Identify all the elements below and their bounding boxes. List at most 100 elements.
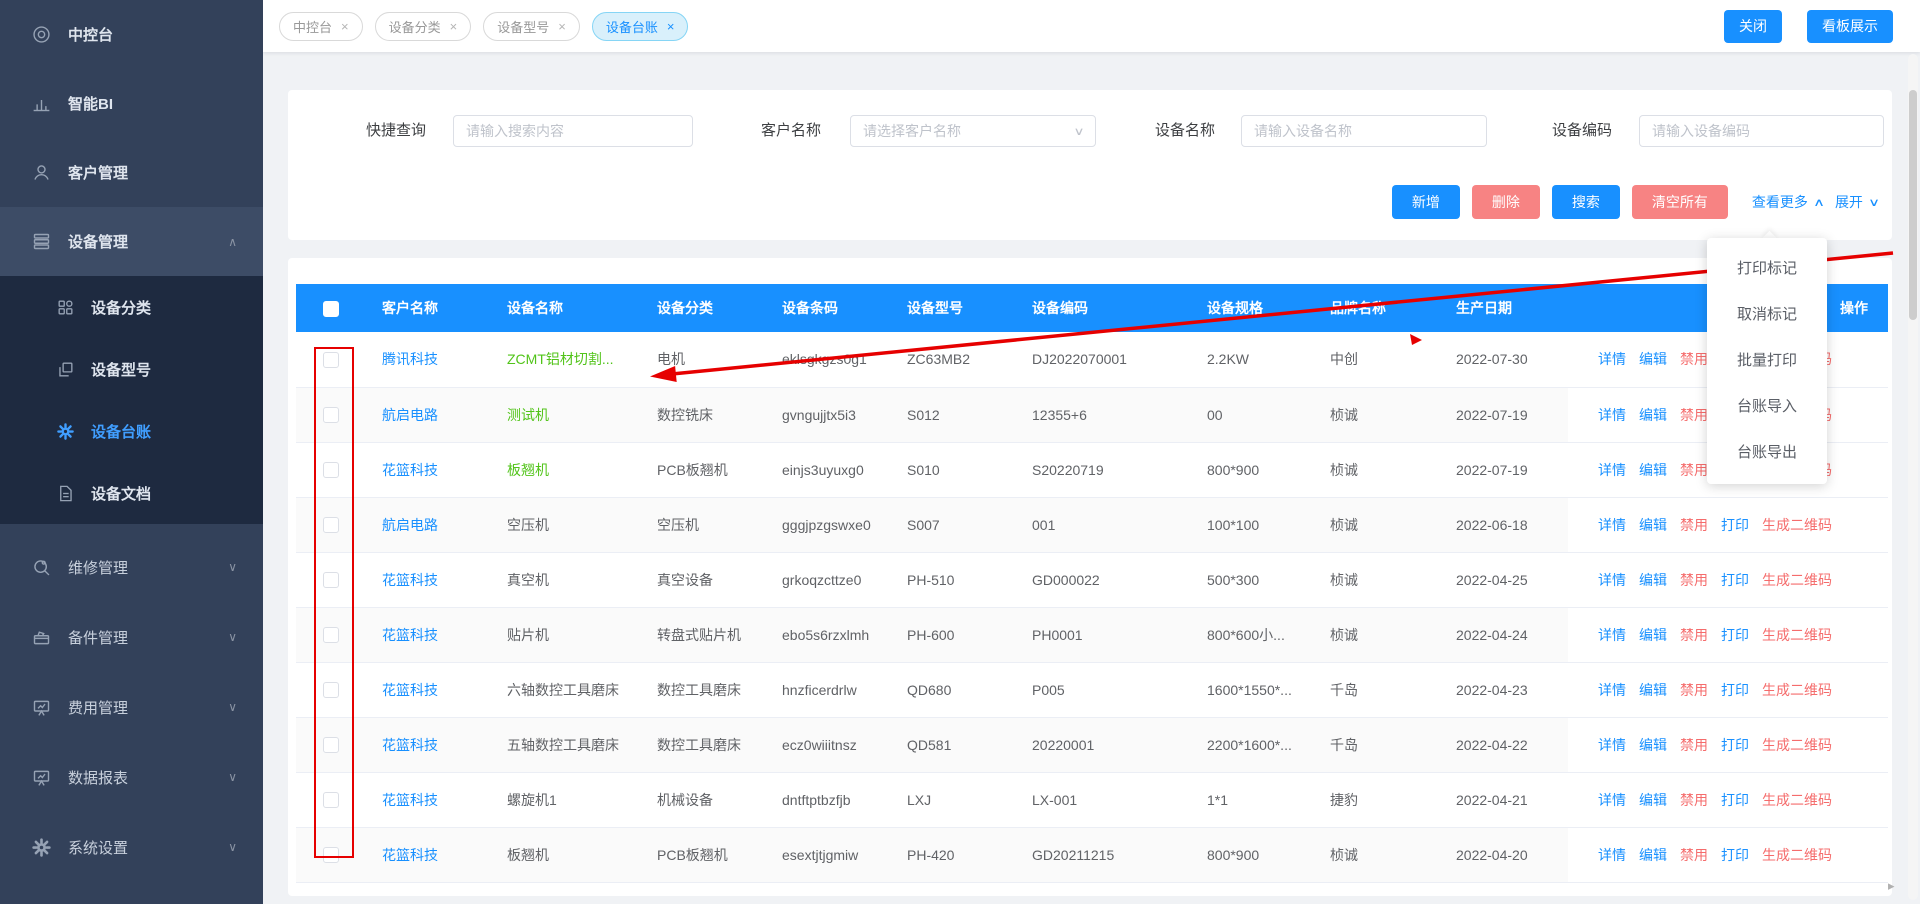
sidebar-item-console[interactable]: 中控台 [0, 0, 263, 69]
generate-qrcode-link[interactable]: 生成二维码 [1762, 627, 1832, 643]
board-display-button[interactable]: 看板展示 [1807, 10, 1893, 43]
disable-link[interactable]: 禁用 [1680, 407, 1708, 423]
edit-link[interactable]: 编辑 [1639, 517, 1667, 533]
cell-customer[interactable]: 花篮科技 [366, 717, 491, 772]
cell-device-name[interactable]: 空压机 [491, 497, 641, 552]
close-icon[interactable]: × [341, 19, 349, 34]
device-name-input[interactable] [1241, 115, 1487, 147]
detail-link[interactable]: 详情 [1598, 351, 1626, 367]
row-checkbox[interactable] [323, 352, 339, 368]
sidebar-item-spare-parts[interactable]: 备件管理 ∨ [0, 602, 263, 672]
menu-item-print-mark[interactable]: 打印标记 [1707, 246, 1827, 292]
disable-link[interactable]: 禁用 [1680, 351, 1708, 367]
sidebar-item-repair[interactable]: 维修管理 ∨ [0, 532, 263, 602]
cell-customer[interactable]: 花篮科技 [366, 607, 491, 662]
delete-button[interactable]: 删除 [1472, 185, 1540, 219]
sidebar-item-device-model[interactable]: 设备型号 [0, 338, 263, 400]
customer-name-select[interactable]: 请选择客户名称 ∨ [850, 115, 1096, 147]
cell-customer[interactable]: 腾讯科技 [366, 332, 491, 387]
menu-item-ledger-import[interactable]: 台账导入 [1707, 384, 1827, 430]
clear-all-button[interactable]: 清空所有 [1632, 185, 1728, 219]
edit-link[interactable]: 编辑 [1639, 627, 1667, 643]
close-icon[interactable]: × [558, 19, 566, 34]
row-checkbox[interactable] [323, 407, 339, 423]
disable-link[interactable]: 禁用 [1680, 517, 1708, 533]
row-checkbox[interactable] [323, 462, 339, 478]
generate-qrcode-link[interactable]: 生成二维码 [1762, 517, 1832, 533]
row-checkbox[interactable] [323, 737, 339, 753]
cell-device-name[interactable]: 板翘机 [491, 442, 641, 497]
sidebar-item-device-category[interactable]: 设备分类 [0, 276, 263, 338]
cell-device-name[interactable]: 真空机 [491, 552, 641, 607]
scroll-right-icon[interactable]: ▸ [1888, 878, 1895, 894]
detail-link[interactable]: 详情 [1598, 407, 1626, 423]
sidebar-item-reports[interactable]: 数据报表 ∨ [0, 742, 263, 812]
scrollbar-thumb[interactable] [1909, 90, 1917, 320]
print-link[interactable]: 打印 [1721, 682, 1749, 698]
detail-link[interactable]: 详情 [1598, 572, 1626, 588]
sidebar-item-bi[interactable]: 智能BI [0, 69, 263, 138]
sidebar-item-device-ledger[interactable]: 设备台账 [0, 400, 263, 462]
edit-link[interactable]: 编辑 [1639, 792, 1667, 808]
print-link[interactable]: 打印 [1721, 627, 1749, 643]
close-icon[interactable]: × [667, 19, 675, 34]
add-button[interactable]: 新增 [1392, 185, 1460, 219]
disable-link[interactable]: 禁用 [1680, 847, 1708, 863]
tab-device-category[interactable]: 设备分类 × [375, 12, 472, 41]
close-button[interactable]: 关闭 [1724, 10, 1782, 43]
print-link[interactable]: 打印 [1721, 737, 1749, 753]
detail-link[interactable]: 详情 [1598, 682, 1626, 698]
row-checkbox[interactable] [323, 682, 339, 698]
disable-link[interactable]: 禁用 [1680, 792, 1708, 808]
disable-link[interactable]: 禁用 [1680, 682, 1708, 698]
device-code-input[interactable] [1639, 115, 1884, 147]
sidebar-item-settings[interactable]: 系统设置 ∨ [0, 812, 263, 882]
cell-device-name[interactable]: 五轴数控工具磨床 [491, 717, 641, 772]
edit-link[interactable]: 编辑 [1639, 407, 1667, 423]
edit-link[interactable]: 编辑 [1639, 737, 1667, 753]
cell-customer[interactable]: 花篮科技 [366, 772, 491, 827]
sidebar-item-costs[interactable]: 费用管理 ∨ [0, 672, 263, 742]
view-more-link[interactable]: 查看更多 ∧ [1752, 192, 1823, 212]
sidebar-item-devices[interactable]: 设备管理 ∧ [0, 207, 263, 276]
select-all-checkbox[interactable] [323, 301, 339, 317]
cell-customer[interactable]: 航启电路 [366, 497, 491, 552]
cell-customer[interactable]: 花篮科技 [366, 662, 491, 717]
quick-search-input[interactable] [453, 115, 693, 147]
edit-link[interactable]: 编辑 [1639, 572, 1667, 588]
cell-customer[interactable]: 航启电路 [366, 387, 491, 442]
close-icon[interactable]: × [450, 19, 458, 34]
row-checkbox[interactable] [323, 517, 339, 533]
tab-device-ledger[interactable]: 设备台账 × [592, 12, 689, 41]
row-checkbox[interactable] [323, 792, 339, 808]
print-link[interactable]: 打印 [1721, 847, 1749, 863]
row-checkbox[interactable] [323, 847, 339, 863]
generate-qrcode-link[interactable]: 生成二维码 [1762, 737, 1832, 753]
tab-console[interactable]: 中控台 × [279, 12, 363, 41]
row-checkbox[interactable] [323, 572, 339, 588]
generate-qrcode-link[interactable]: 生成二维码 [1762, 572, 1832, 588]
cell-customer[interactable]: 花篮科技 [366, 442, 491, 497]
generate-qrcode-link[interactable]: 生成二维码 [1762, 847, 1832, 863]
cell-device-name[interactable]: 六轴数控工具磨床 [491, 662, 641, 717]
expand-link[interactable]: 展开 ∨ [1835, 192, 1878, 212]
detail-link[interactable]: 详情 [1598, 737, 1626, 753]
menu-item-ledger-export[interactable]: 台账导出 [1707, 430, 1827, 476]
search-button[interactable]: 搜索 [1552, 185, 1620, 219]
vertical-scrollbar[interactable] [1908, 54, 1918, 900]
cell-customer[interactable]: 花篮科技 [366, 552, 491, 607]
sidebar-item-customers[interactable]: 客户管理 [0, 138, 263, 207]
sidebar-item-device-docs[interactable]: 设备文档 [0, 462, 263, 524]
generate-qrcode-link[interactable]: 生成二维码 [1762, 792, 1832, 808]
edit-link[interactable]: 编辑 [1639, 847, 1667, 863]
edit-link[interactable]: 编辑 [1639, 462, 1667, 478]
menu-item-batch-print[interactable]: 批量打印 [1707, 338, 1827, 384]
edit-link[interactable]: 编辑 [1639, 351, 1667, 367]
generate-qrcode-link[interactable]: 生成二维码 [1762, 682, 1832, 698]
detail-link[interactable]: 详情 [1598, 627, 1626, 643]
detail-link[interactable]: 详情 [1598, 517, 1626, 533]
disable-link[interactable]: 禁用 [1680, 627, 1708, 643]
detail-link[interactable]: 详情 [1598, 462, 1626, 478]
print-link[interactable]: 打印 [1721, 517, 1749, 533]
disable-link[interactable]: 禁用 [1680, 737, 1708, 753]
